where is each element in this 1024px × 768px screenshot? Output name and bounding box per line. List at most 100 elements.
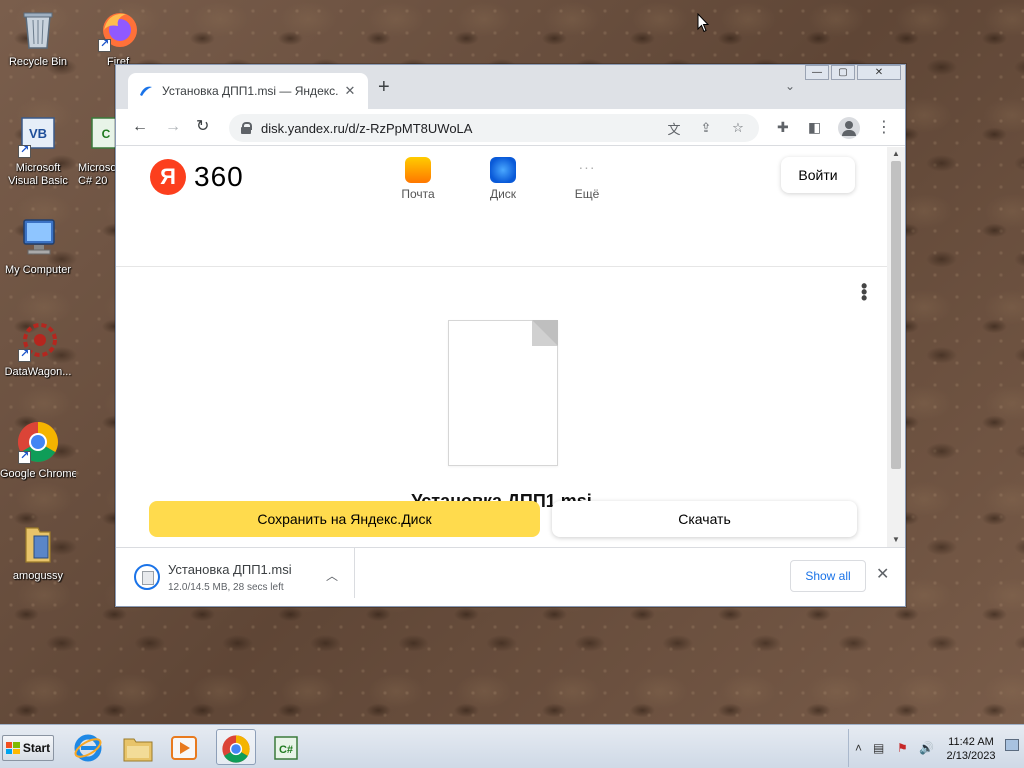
desktop-icon-csharp[interactable]: C Microso C# 20 [78,114,123,188]
taskbar-google-chrome[interactable] [216,729,256,765]
csharp-icon: C# [274,736,298,760]
forward-button[interactable]: → [165,117,181,137]
computer-icon [16,216,60,260]
shortcut-arrow-icon [18,347,31,362]
volume-icon[interactable]: 🔊 [919,741,934,755]
taskbar-explorer[interactable] [118,729,158,765]
tab-close-icon[interactable]: ✕ [342,83,358,99]
bookmark-star-icon[interactable]: ☆ [729,120,747,136]
taskbar-internet-explorer[interactable] [68,729,108,765]
service-label: Почта [401,187,435,201]
service-label: Ещё [574,187,600,201]
show-hidden-icons-icon[interactable]: ˄ [855,741,862,755]
taskbar-media-player[interactable] [164,729,204,765]
service-more[interactable]: ··· Ещё [557,157,617,201]
service-mail[interactable]: Почта [388,157,448,201]
page-scrollbar[interactable]: ▲ ▼ [887,147,905,547]
folder-icon [123,738,153,762]
start-label: Start [22,741,51,755]
taskbar: Start C# ˄ ▤ ⚑ 🔊 11:42 AM 2/13/2023 [0,724,1024,768]
show-all-button[interactable]: Show all [790,560,866,592]
scroll-thumb[interactable] [891,161,901,469]
desktop-icon-visual-basic[interactable]: VB Microsoft Visual Basic 2010 E... [0,114,76,188]
shortcut-arrow-icon [18,449,31,464]
new-tab-button[interactable]: + [378,77,390,97]
more-options-icon[interactable]: • • • [861,277,867,307]
yandex-logo-letter: Я [150,159,186,195]
service-disk[interactable]: Диск [473,157,533,201]
lock-icon[interactable] [241,122,252,134]
yandex-logo-text: 360 [194,161,244,192]
disk-icon [490,157,516,183]
desktop-icon-label: Microsoft Visual Basic 2010 E... [8,162,68,187]
scroll-up-arrow-icon[interactable]: ▲ [887,147,905,161]
download-item[interactable]: Установка ДПП1.msi 12.0/14.5 MB, 28 secs… [130,558,355,598]
visual-basic-icon: VB [16,114,60,158]
network-icon[interactable]: ▤ [873,741,884,755]
media-player-icon [171,735,197,760]
save-to-disk-button[interactable]: Сохранить на Яндекс.Диск [149,501,540,537]
desktop-icon-amogussy[interactable]: amogussy [0,522,76,583]
desktop-icon-google-chrome[interactable]: Google Chrome [0,420,76,481]
desktop-icon-my-computer[interactable]: My Computer [0,216,76,277]
system-tray: ˄ ▤ ⚑ 🔊 11:42 AM 2/13/2023 [848,729,1022,767]
window-controls: — ▢ ✕ [803,65,901,80]
desktop-icon-recycle-bin[interactable]: Recycle Bin [0,8,76,69]
yandex-disk-favicon-icon [140,86,152,96]
desktop-icon-datawagon[interactable]: DataWagon... [0,318,76,379]
chrome-icon [222,735,250,763]
extensions-icon[interactable]: ✚ [777,119,789,136]
yandex-360-logo[interactable]: Я 360 [150,159,244,195]
svg-text:VB: VB [29,126,47,141]
tab-active[interactable]: Установка ДПП1.msi — Яндекс. ✕ [128,73,368,109]
close-window-button[interactable]: ✕ [857,65,901,80]
chrome-icon [16,420,60,464]
desktop-icon-label: Microso C# 20 [78,162,117,187]
shortcut-arrow-icon [18,143,31,158]
close-shelf-icon[interactable]: ✕ [876,564,889,584]
tab-title: Установка ДПП1.msi — Яндекс. [162,84,339,98]
datawagon-icon [16,318,60,362]
back-button[interactable]: ← [132,117,148,137]
tab-search-chevron-icon[interactable]: ⌄ [785,79,795,93]
desktop-icon-firefox[interactable]: Firef [80,8,156,69]
internet-explorer-icon [74,734,102,762]
chrome-menu-icon[interactable]: ⋮ [876,117,892,137]
download-status: 12.0/14.5 MB, 28 secs left [168,582,284,593]
yandex-header: Я 360 Почта Диск ··· Ещё Войти [116,147,887,267]
mail-icon [405,157,431,183]
login-button[interactable]: Войти [781,157,855,193]
maximize-button[interactable]: ▢ [831,65,855,80]
side-panel-icon[interactable]: ◧ [808,119,821,136]
url-text[interactable]: disk.yandex.ru/d/z-RzPpMT8UWoLA [261,121,651,136]
chevron-up-icon[interactable]: ︿ [326,567,338,584]
folder-icon [16,522,60,566]
address-bar[interactable]: disk.yandex.ru/d/z-RzPpMT8UWoLA 文 ⇪ ☆ [229,114,759,142]
reload-button[interactable]: ↻ [196,117,209,137]
svg-text:C#: C# [279,744,293,756]
scroll-down-arrow-icon[interactable]: ▼ [887,533,905,547]
browser-toolbar: ← → ↻ disk.yandex.ru/d/z-RzPpMT8UWoLA 文 … [116,109,905,146]
clock[interactable]: 11:42 AM 2/13/2023 [941,735,1001,763]
share-icon[interactable]: ⇪ [697,120,715,136]
mouse-cursor-icon [697,13,709,33]
more-icon: ··· [578,159,596,175]
download-button[interactable]: Скачать [552,501,857,537]
svg-text:C: C [102,127,111,141]
desktop-icon-label: DataWagon... [4,366,72,378]
translate-icon[interactable]: 文 [665,119,683,138]
taskbar-csharp[interactable]: C# [266,729,306,765]
download-file-name: Установка ДПП1.msi [168,562,292,577]
browser-window: Установка ДПП1.msi — Яндекс. ✕ + ⌄ — ▢ ✕… [115,64,906,607]
desktop-icon-label: My Computer [4,264,72,276]
profile-avatar-icon[interactable] [838,117,860,139]
tab-strip: Установка ДПП1.msi — Яндекс. ✕ + ⌄ — ▢ ✕ [116,65,905,109]
show-desktop-button[interactable] [1005,739,1019,751]
shortcut-arrow-icon [98,37,111,52]
start-button[interactable]: Start [2,735,54,761]
desktop-icon-label: Google Chrome [0,468,76,480]
download-shelf: Установка ДПП1.msi 12.0/14.5 MB, 28 secs… [116,547,905,606]
action-center-flag-icon[interactable]: ⚑ [897,741,908,755]
divider [354,548,355,598]
minimize-button[interactable]: — [805,65,829,80]
